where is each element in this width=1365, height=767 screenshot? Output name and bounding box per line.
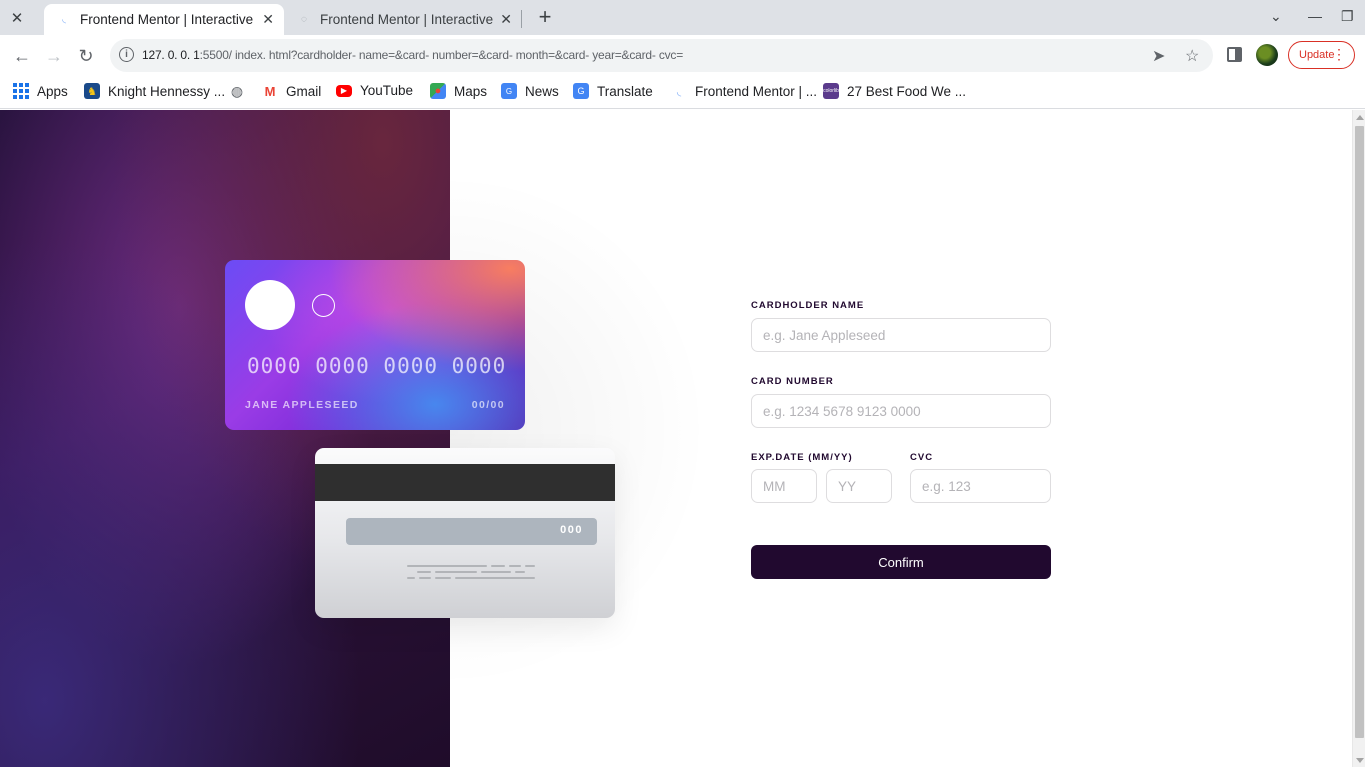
cvc-label: CVC xyxy=(910,452,934,463)
translate-icon: G xyxy=(573,83,589,99)
bookmarks-bar: Apps ♞ Knight Hennessy ... ◍ M Gmail ▶ Y… xyxy=(0,76,1365,109)
fine-print-line xyxy=(525,565,535,567)
close-icon[interactable]: ✕ xyxy=(0,0,34,35)
exp-year-input[interactable] xyxy=(826,469,892,503)
tab-close-icon[interactable]: ✕ xyxy=(262,11,274,28)
bookmark-label: News xyxy=(525,83,559,99)
send-icon[interactable]: ➤ xyxy=(1152,46,1165,66)
fine-print-line xyxy=(407,577,415,579)
bookmark-translate[interactable]: G Translate xyxy=(573,83,653,99)
browser-toolbar: ← → ↻ i 127. 0. 0. 1:5500/ index. html?c… xyxy=(0,35,1365,76)
colorlib-icon: colorlib xyxy=(823,83,839,99)
bookmark-knight-hennessy[interactable]: ♞ Knight Hennessy ... xyxy=(84,83,225,99)
update-button[interactable]: Update ⋮ xyxy=(1288,41,1355,69)
bookmark-news[interactable]: G News xyxy=(501,83,559,99)
gmail-icon: M xyxy=(264,83,276,99)
page-scrollbar[interactable] xyxy=(1352,110,1365,767)
bookmark-label: Maps xyxy=(454,83,488,99)
loading-spinner-icon: ◌ xyxy=(301,14,307,25)
tab-separator xyxy=(521,10,522,28)
scroll-up-arrow-icon[interactable] xyxy=(1356,115,1364,120)
card-back: 000 xyxy=(315,448,615,618)
maps-icon: ● xyxy=(430,83,446,99)
fine-print-line xyxy=(481,571,511,573)
bookmark-apps[interactable]: Apps xyxy=(13,83,68,99)
fine-print-line xyxy=(509,565,521,567)
fine-print-line xyxy=(435,571,477,573)
tab-close-icon[interactable]: ✕ xyxy=(500,11,512,28)
back-arrow-icon[interactable]: ← xyxy=(9,43,35,69)
knight-hennessy-icon: ♞ xyxy=(84,83,100,99)
bookmark-star-icon[interactable]: ☆ xyxy=(1185,46,1199,66)
bookmark-label: Translate xyxy=(597,83,653,99)
card-number-input[interactable] xyxy=(751,394,1051,428)
globe-icon: ◍ xyxy=(230,82,244,99)
tab-search-chevron-icon[interactable]: ⌄ xyxy=(1270,8,1282,25)
fine-print-line xyxy=(407,565,487,567)
minimize-icon[interactable]: — xyxy=(1308,8,1322,24)
cardholder-name-display: JANE APPLESEED xyxy=(245,399,359,411)
url-path: :5500/ index. html?cardholder- name=&car… xyxy=(199,48,684,62)
news-icon: G xyxy=(501,83,517,99)
forward-arrow-icon[interactable]: → xyxy=(41,43,67,69)
tab-frontend-mentor[interactable]: ◌ Frontend Mentor | Interactive card det… xyxy=(284,4,522,35)
frontend-mentor-favicon-icon: ◟ xyxy=(62,14,66,25)
card-expiry-display: 00/00 xyxy=(471,399,505,411)
tab-title: Frontend Mentor | Interactive card detai… xyxy=(80,12,256,27)
bookmark-label: Frontend Mentor | ... xyxy=(695,83,818,99)
new-tab-plus-icon[interactable]: + xyxy=(533,4,557,29)
fine-print-line xyxy=(435,577,451,579)
more-vert-icon: ⋮ xyxy=(1332,46,1346,62)
tab-strip: ✕ ◟ Frontend Mentor | Interactive card d… xyxy=(0,0,1365,35)
cvc-input[interactable] xyxy=(910,469,1051,503)
frontend-mentor-icon: ◟ xyxy=(676,85,682,98)
card-front: 0000 0000 0000 0000 JANE APPLESEED 00/00 xyxy=(225,260,525,430)
cardholder-name-label: CARDHOLDER NAME xyxy=(751,300,865,311)
fine-print-line xyxy=(417,571,431,573)
apps-grid-icon xyxy=(13,83,29,99)
scroll-down-arrow-icon[interactable] xyxy=(1356,758,1364,763)
bookmark-label: Knight Hennessy ... xyxy=(108,83,226,99)
reload-icon[interactable]: ↻ xyxy=(73,43,99,69)
decorative-gradient-panel xyxy=(0,110,450,767)
restore-icon[interactable]: ❐ xyxy=(1341,8,1354,25)
card-logo-filled-circle-icon xyxy=(245,280,295,330)
side-panel-icon[interactable] xyxy=(1227,47,1242,62)
fine-print-line xyxy=(491,565,505,567)
update-label: Update xyxy=(1299,49,1335,61)
bookmark-label: YouTube xyxy=(360,83,414,98)
bookmark-gmail[interactable]: M Gmail xyxy=(262,83,322,99)
magnetic-stripe xyxy=(315,464,615,501)
bookmark-frontend-mentor[interactable]: ◟ Frontend Mentor | ... xyxy=(671,83,817,99)
card-logo-outline-circle-icon xyxy=(312,294,335,317)
url-host: 127. 0. 0. 1 xyxy=(142,48,200,62)
fine-print-line xyxy=(515,571,525,573)
bookmark-label: 27 Best Food We ... xyxy=(847,83,967,99)
exp-date-label: EXP.DATE (MM/YY) xyxy=(751,452,853,463)
site-info-icon[interactable]: i xyxy=(119,47,134,62)
tab-title: Frontend Mentor | Interactive card detai… xyxy=(320,12,496,27)
tab-frontend-mentor-active[interactable]: ◟ Frontend Mentor | Interactive card det… xyxy=(44,4,284,35)
card-cvc-display: 000 xyxy=(560,524,583,536)
signature-strip: 000 xyxy=(346,518,597,545)
bookmark-globe[interactable]: ◍ xyxy=(229,83,253,99)
scrollbar-thumb[interactable] xyxy=(1355,126,1364,738)
youtube-icon: ▶ xyxy=(336,84,352,97)
confirm-button[interactable]: Confirm xyxy=(751,545,1051,579)
bookmark-27-best-food[interactable]: colorlib 27 Best Food We ... xyxy=(823,83,966,99)
exp-month-input[interactable] xyxy=(751,469,817,503)
address-bar[interactable]: i 127. 0. 0. 1:5500/ index. html?cardhol… xyxy=(110,39,1213,72)
bookmark-maps[interactable]: ● Maps xyxy=(430,83,487,99)
fine-print-line xyxy=(419,577,431,579)
bookmark-label: Apps xyxy=(37,83,68,99)
url-text[interactable]: 127. 0. 0. 1:5500/ index. html?cardholde… xyxy=(142,48,683,62)
cardholder-name-input[interactable] xyxy=(751,318,1051,352)
bookmark-label: Gmail xyxy=(286,83,322,99)
card-number-label: CARD NUMBER xyxy=(751,376,834,387)
profile-avatar[interactable] xyxy=(1256,44,1278,66)
bookmark-youtube[interactable]: ▶ YouTube xyxy=(336,83,413,98)
card-number-display: 0000 0000 0000 0000 xyxy=(247,354,507,378)
fine-print-line xyxy=(455,577,535,579)
page-viewport: 0000 0000 0000 0000 JANE APPLESEED 00/00… xyxy=(0,110,1352,767)
